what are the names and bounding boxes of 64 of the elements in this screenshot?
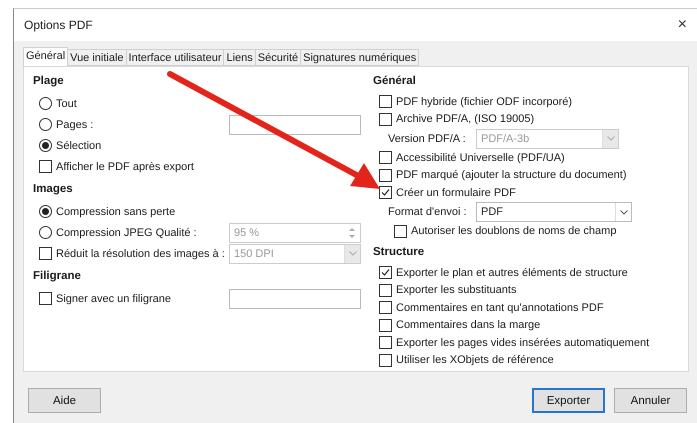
option-label[interactable]: Utiliser les XObjets de référence: [396, 354, 554, 366]
window-title: Options PDF: [24, 18, 93, 32]
help-button[interactable]: Aide: [28, 388, 101, 413]
tab[interactable]: Interface utilisateur: [126, 49, 224, 66]
checkbox[interactable]: [379, 112, 392, 126]
tab[interactable]: Sécurité: [254, 49, 302, 66]
checkbox[interactable]: [379, 336, 392, 350]
checkbox[interactable]: [379, 318, 392, 332]
option-label[interactable]: Commentaires en tant qu'annotations PDF: [396, 302, 604, 314]
section-heading: Général: [373, 75, 417, 89]
option-label[interactable]: Autoriser les doublons de noms de champ: [411, 225, 616, 238]
tab[interactable]: Général: [23, 47, 68, 66]
checkbox[interactable]: [39, 247, 52, 260]
dialog-button[interactable]: Exporter: [532, 388, 605, 413]
option-label[interactable]: Tout: [56, 98, 77, 110]
chevron-down-icon: [606, 136, 614, 141]
checkbox[interactable]: [379, 95, 392, 108]
option-label[interactable]: Accessibilité Universelle (PDF/UA): [396, 152, 565, 164]
section-heading: Structure: [373, 246, 426, 260]
dialog-button[interactable]: Annuler: [614, 388, 687, 413]
checkbox[interactable]: [379, 284, 392, 297]
field-label: Format d'envoi :: [388, 206, 468, 218]
checkbox[interactable]: [379, 168, 392, 182]
text-field[interactable]: [229, 288, 361, 308]
option-label[interactable]: Sélection: [56, 140, 102, 152]
option-label[interactable]: Réduit la résolution des images à :: [56, 248, 225, 260]
checkbox[interactable]: [379, 266, 392, 280]
dropdown[interactable]: PDF: [476, 202, 632, 222]
chevron-down-icon: [620, 210, 628, 214]
close-icon[interactable]: ×: [678, 16, 691, 34]
checkbox[interactable]: [379, 301, 392, 314]
checkbox[interactable]: [39, 292, 52, 305]
option-label[interactable]: Créer un formulaire PDF: [396, 186, 516, 199]
option-label[interactable]: Exporter les substituants: [396, 284, 516, 296]
checkbox[interactable]: [39, 160, 52, 173]
option-label[interactable]: Exporter le plan et autres éléments de structure: [396, 266, 628, 279]
option-label[interactable]: Afficher le PDF après export: [56, 160, 194, 172]
text-field[interactable]: [229, 114, 361, 134]
option-label[interactable]: Signer avec un filigrane: [56, 292, 171, 304]
option-label[interactable]: Exporter les pages vides insérées automatiquement: [396, 336, 650, 349]
section-heading: Plage: [33, 75, 65, 89]
checkbox[interactable]: [394, 224, 407, 238]
option-label[interactable]: PDF hybride (fichier ODF incorporé): [396, 96, 572, 108]
radio-button[interactable]: [39, 97, 52, 110]
tab[interactable]: Liens: [223, 49, 256, 66]
field-label: Version PDF/A :: [388, 132, 467, 144]
radio-button[interactable]: [39, 226, 52, 239]
option-label[interactable]: Compression sans perte: [56, 206, 176, 218]
option-label[interactable]: PDF marqué (ajouter la structure du document): [396, 169, 626, 182]
option-label[interactable]: Pages :: [56, 118, 94, 130]
checkbox[interactable]: [379, 151, 392, 164]
checkbox[interactable]: [379, 186, 392, 200]
option-label[interactable]: Compression JPEG Qualité :: [56, 226, 197, 238]
checkbox[interactable]: [379, 354, 392, 367]
section-heading: Images: [33, 183, 74, 197]
radio-button[interactable]: [39, 139, 52, 152]
radio-button[interactable]: [39, 118, 52, 131]
section-heading: Filigrane: [33, 270, 82, 284]
tab[interactable]: Vue initiale: [67, 49, 127, 66]
option-label[interactable]: Archive PDF/A, (ISO 19005): [396, 113, 534, 126]
radio-button[interactable]: [39, 205, 52, 218]
chevron-down-icon: [348, 251, 356, 256]
tab[interactable]: Signatures numériques: [300, 49, 420, 66]
option-label[interactable]: Commentaires dans la marge: [396, 319, 540, 332]
